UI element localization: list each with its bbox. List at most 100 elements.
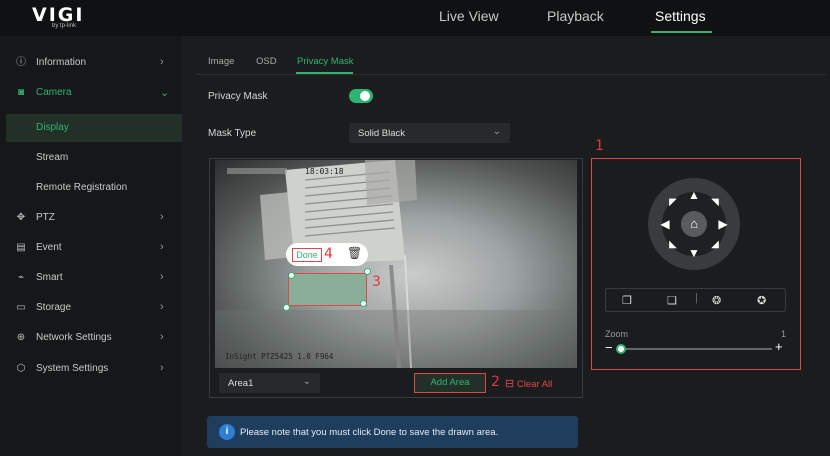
zoom-out-icon[interactable]: − [605,340,613,355]
smart-icon: ⌁ [17,272,25,283]
resize-handle-top-left[interactable] [288,272,295,279]
system-icon: ⬡ [16,363,26,374]
video-timestamp: 18:03:18 [305,167,344,176]
sidebar-item-event[interactable]: ▤ Event › [0,234,182,262]
window-icon[interactable]: ❐ [622,294,632,307]
window-alt-icon[interactable]: ❏ [667,294,677,307]
sidebar-item-label: Remote Registration [36,182,128,193]
done-button[interactable]: Done [292,248,322,262]
divider: | [695,292,698,304]
sidebar-item-network-settings[interactable]: ⊕ Network Settings › [0,324,182,352]
camera-live-image[interactable]: 18:03:18 InSight PTZ5425 1.0 F964 [215,160,577,368]
chevron-down-icon: ⌄ [160,87,170,99]
tab-image[interactable]: Image [208,56,234,67]
ptz-down-right-icon[interactable]: ◢ [705,235,725,255]
chevron-right-icon: › [160,362,164,374]
resize-handle-bottom-left[interactable] [283,304,290,311]
sidebar-item-stream[interactable]: Stream [0,144,182,172]
info-note: i Please note that you must click Done t… [207,416,578,448]
aperture-icon[interactable]: ❂ [712,294,721,307]
privacy-mask-toggle[interactable] [349,89,373,103]
resize-handle-bottom-right[interactable] [360,300,367,307]
mask-type-select[interactable]: Solid Black ⌄ [349,123,510,143]
annotation-4: 4 [324,246,333,262]
annotation-2: 2 [491,374,500,390]
sidebar-item-storage[interactable]: ▭ Storage › [0,294,182,322]
tab-divider [196,74,826,75]
event-icon: ▤ [16,242,26,253]
sidebar-item-label: Event [36,242,62,253]
ptz-action-bar: ❐ ❏ | ❂ ✪ [605,288,786,312]
add-area-button[interactable]: Add Area [414,373,486,393]
zoom-slider-handle[interactable] [616,344,626,354]
resize-handle-top-right[interactable] [364,268,371,275]
delete-icon[interactable]: 🗑 [347,246,362,260]
sidebar-item-label: PTZ [36,212,55,223]
sidebar-item-label: Display [36,122,69,133]
ptz-down-left-icon[interactable]: ◣ [663,235,683,255]
sidebar-item-label: Smart [36,272,63,283]
ptz-icon: ✥ [16,212,26,223]
sidebar-item-label: Network Settings [36,332,112,343]
basket-icon: ⊟ [505,378,515,390]
zoom-in-icon[interactable]: + [775,339,783,354]
globe-icon: ⊕ [16,332,26,343]
mask-type-value: Solid Black [358,128,405,139]
camera-icon: ◙ [17,87,25,98]
ptz-up-left-icon[interactable]: ◤ [663,193,683,213]
zoom-slider[interactable] [617,348,772,350]
tab-active-indicator [296,72,353,74]
info-note-text: Please note that you must click Done to … [240,427,499,438]
sidebar-item-remote-registration[interactable]: Remote Registration [0,174,182,202]
clear-all-button[interactable]: ⊟ Clear All [505,377,552,390]
ptz-up-right-icon[interactable]: ◥ [705,193,725,213]
top-bar: VIGI by tp-link Live View Playback Setti… [0,0,830,36]
annotation-1: 1 [595,138,604,154]
focus-icon[interactable]: ✪ [757,294,766,307]
nav-live-view[interactable]: Live View [439,8,499,24]
info-icon: ⓘ [16,57,26,68]
sidebar-item-information[interactable]: ⓘ Information › [0,49,182,77]
chevron-down-icon: ⌄ [492,126,501,137]
ptz-right-icon[interactable]: ▶ [713,214,733,234]
ptz-up-icon[interactable]: ▲ [684,185,704,205]
zoom-value: 1 [781,329,787,339]
sidebar-item-label: Storage [36,302,72,313]
mask-type-label: Mask Type [208,128,257,139]
sidebar-item-label: Camera [36,87,72,98]
chevron-right-icon: › [160,301,164,313]
chevron-right-icon: › [160,331,164,343]
info-icon: i [219,424,235,440]
sidebar-item-label: Information [36,57,87,68]
camera-scene [215,160,577,368]
area-value: Area1 [228,378,254,389]
chevron-right-icon: › [160,211,164,223]
sidebar-item-ptz[interactable]: ✥ PTZ › [0,204,182,232]
sidebar-item-display[interactable]: Display [6,114,182,142]
tab-privacy-mask[interactable]: Privacy Mask [297,56,353,67]
privacy-mask-label: Privacy Mask [208,91,268,102]
sidebar-item-system-settings[interactable]: ⬡ System Settings › [0,355,182,383]
nav-settings[interactable]: Settings [655,8,706,24]
ptz-home-icon[interactable]: ⌂ [684,214,704,234]
tab-osd[interactable]: OSD [256,56,277,67]
clear-all-label: Clear All [516,379,553,390]
toggle-knob [360,91,370,101]
chevron-right-icon: › [160,241,164,253]
area-select[interactable]: Area1 ⌄ [219,373,320,393]
zoom-label: Zoom [605,329,629,339]
chevron-right-icon: › [160,271,164,283]
sidebar-item-label: Stream [36,152,69,163]
sidebar-item-smart[interactable]: ⌁ Smart › [0,264,182,292]
nav-playback[interactable]: Playback [547,8,604,24]
sidebar-item-camera[interactable]: ◙ Camera ⌄ [0,79,182,107]
ptz-left-icon[interactable]: ◀ [655,214,675,234]
storage-icon: ▭ [16,302,26,313]
video-camera-name: InSight PTZ5425 1.0 F964 [225,352,334,361]
ptz-down-icon[interactable]: ▼ [684,243,704,263]
chevron-right-icon: › [160,56,164,68]
chevron-down-icon: ⌄ [302,376,311,387]
annotation-3: 3 [372,274,381,290]
privacy-mask-area[interactable] [288,273,367,306]
nav-active-indicator [651,31,712,33]
